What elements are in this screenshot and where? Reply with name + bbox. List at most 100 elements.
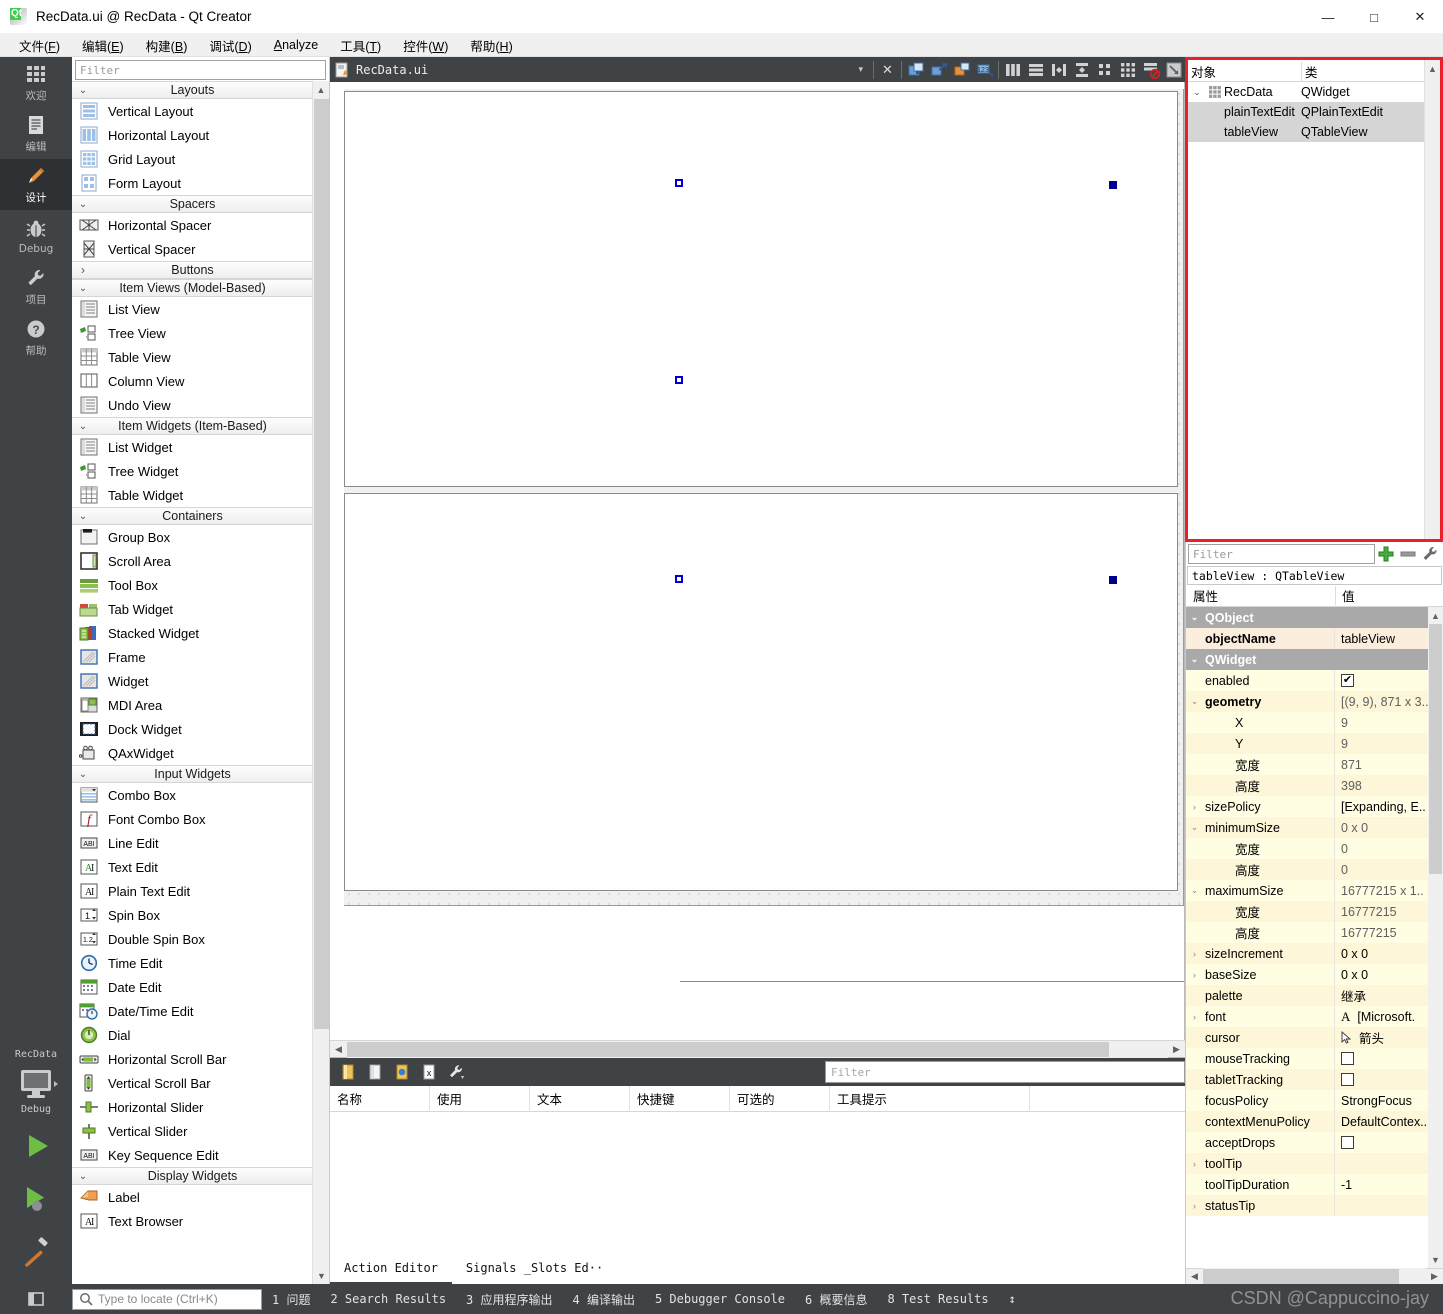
property-row[interactable]: toolTipDuration -1 (1186, 1174, 1429, 1195)
sidebar-item-design[interactable]: 设计 (0, 159, 72, 210)
resize-handle-bottom-left[interactable] (675, 575, 683, 583)
chevron-down-icon[interactable]: ⌄ (1186, 696, 1203, 707)
property-row[interactable]: acceptDrops (1186, 1132, 1429, 1153)
output-pane-button[interactable]: 4 编译输出 (563, 1291, 645, 1308)
property-value[interactable]: 0 (1335, 838, 1429, 859)
widget-item[interactable]: Date/Time Edit (72, 999, 313, 1023)
property-value[interactable] (1335, 1153, 1429, 1174)
widget-item[interactable]: Column View (72, 369, 313, 393)
chevron-down-icon[interactable]: ▾ (850, 64, 871, 75)
sidebar-item-welcome[interactable]: 欢迎 (0, 57, 72, 108)
scroll-thumb[interactable] (347, 1041, 1109, 1057)
scroll-right-icon[interactable]: ▶ (1426, 1268, 1443, 1285)
object-inspector-tree[interactable]: ⌄ RecData QWidget plainTextEdit QPlainTextEd… (1188, 82, 1440, 142)
menu-item-1[interactable]: 编辑(E) (71, 34, 135, 57)
widget-item[interactable]: Undo View (72, 393, 313, 417)
checkbox-unchecked-icon[interactable] (1341, 1052, 1354, 1065)
widget-item[interactable]: Label (72, 1185, 313, 1209)
widget-box-scrollbar[interactable]: ▲ ▼ (312, 81, 329, 1284)
property-value[interactable] (1335, 607, 1429, 628)
property-value[interactable]: 16777215 (1335, 922, 1429, 943)
property-value[interactable]: 0 (1335, 859, 1429, 880)
action-column-header[interactable]: 名称 (330, 1085, 430, 1112)
output-pane-button[interactable]: 5 Debugger Console (645, 1292, 795, 1306)
scroll-track[interactable] (347, 1040, 1168, 1058)
widget-item[interactable]: Vertical Slider (72, 1119, 313, 1143)
widget-item[interactable]: Tab Widget (72, 597, 313, 621)
layout-in-splitter-v-icon[interactable] (1070, 58, 1093, 81)
widget-category-header[interactable]: ⌄ Item Widgets (Item-Based) (72, 417, 313, 435)
property-row[interactable]: Y9 (1186, 733, 1429, 754)
menu-item-5[interactable]: 工具(T) (329, 34, 392, 57)
property-value[interactable]: 0 x 0 (1335, 964, 1429, 985)
widget-item[interactable]: f Font Combo Box (72, 807, 313, 831)
object-inspector-scrollbar[interactable]: ▲ (1424, 60, 1440, 539)
property-row[interactable]: mouseTracking (1186, 1048, 1429, 1069)
widget-item[interactable]: Combo Box (72, 783, 313, 807)
copy-action-icon[interactable] (361, 1059, 388, 1085)
chevron-right-icon[interactable]: › (1186, 1159, 1203, 1169)
property-value[interactable] (1335, 1132, 1429, 1153)
property-editor-horizontal-scrollbar[interactable]: ◀ ▶ (1186, 1268, 1443, 1285)
scroll-left-icon[interactable]: ◀ (330, 1041, 347, 1058)
widget-category-header[interactable]: ⌄ Input Widgets (72, 765, 313, 783)
close-document-button[interactable]: ✕ (876, 58, 899, 81)
edit-signals-slots-icon[interactable] (927, 58, 950, 81)
scroll-right-icon[interactable]: ▶ (1168, 1041, 1185, 1058)
menu-item-0[interactable]: 文件(F) (8, 34, 71, 57)
widget-item[interactable]: Tree View (72, 321, 313, 345)
widget-item[interactable]: A I Text Edit (72, 855, 313, 879)
sidebar-toggle-icon[interactable] (0, 1284, 72, 1314)
object-inspector-row[interactable]: ⌄ RecData QWidget (1188, 82, 1440, 102)
property-row[interactable]: ⌄ maximumSize 16777215 x 1.. (1186, 880, 1429, 901)
widget-item[interactable]: Stacked Widget (72, 621, 313, 645)
output-pane-button[interactable]: 1 问题 (262, 1291, 320, 1308)
property-value[interactable]: 871 (1335, 754, 1429, 775)
action-editor-rows[interactable] (330, 1112, 1185, 1268)
property-row[interactable]: ⌄ minimumSize 0 x 0 (1186, 817, 1429, 838)
property-value[interactable]: 0 x 0 (1335, 943, 1429, 964)
property-value[interactable]: A [Microsoft. (1335, 1006, 1429, 1027)
widget-category-header[interactable]: ⌄ Item Views (Model-Based) (72, 279, 313, 297)
layout-horizontally-icon[interactable] (1001, 58, 1024, 81)
property-row[interactable]: › font A [Microsoft. (1186, 1006, 1429, 1027)
checkbox-unchecked-icon[interactable] (1341, 1136, 1354, 1149)
property-row[interactable]: objectName tableView (1186, 628, 1429, 649)
property-editor-scrollbar[interactable]: ▲ ▼ (1428, 607, 1443, 1268)
edit-action-icon[interactable] (388, 1059, 415, 1085)
chevron-down-icon[interactable]: ⌄ (1188, 87, 1206, 98)
widget-item[interactable]: Vertical Spacer (72, 237, 313, 261)
property-row[interactable]: 高度 16777215 (1186, 922, 1429, 943)
widget-item[interactable]: Widget (72, 669, 313, 693)
property-group-row[interactable]: ⌄ QObject (1186, 607, 1429, 628)
widget-category-header[interactable]: ⌄ Containers (72, 507, 313, 525)
locator-input[interactable]: Type to locate (Ctrl+K) (72, 1288, 262, 1310)
form-child-tableView[interactable] (344, 493, 1178, 891)
widget-category-header[interactable]: › Buttons (72, 261, 313, 279)
remove-property-button[interactable] (1397, 543, 1419, 565)
widget-item[interactable]: List View (72, 297, 313, 321)
property-value[interactable]: [Expanding, E.. (1335, 796, 1429, 817)
object-inspector-row[interactable]: plainTextEdit QPlainTextEdit (1188, 102, 1440, 122)
resize-handle-top-center[interactable] (1109, 181, 1117, 189)
widget-item[interactable]: QAxWidget (72, 741, 313, 765)
widget-item[interactable]: Horizontal Scroll Bar (72, 1047, 313, 1071)
property-row[interactable]: › sizeIncrement 0 x 0 (1186, 943, 1429, 964)
configure-property-editor-button[interactable] (1419, 543, 1441, 565)
output-pane-button[interactable]: 6 概要信息 (795, 1291, 877, 1308)
scroll-thumb[interactable] (1203, 1269, 1399, 1284)
action-column-header[interactable]: 快捷键 (630, 1085, 730, 1112)
scroll-down-icon[interactable]: ▼ (313, 1267, 329, 1284)
menu-item-3[interactable]: 调试(D) (198, 34, 262, 57)
widget-item[interactable]: Horizontal Spacer (72, 213, 313, 237)
action-editor-filter[interactable]: Filter (825, 1061, 1185, 1083)
property-value[interactable]: 继承 (1335, 985, 1429, 1006)
widget-item[interactable]: Grid Layout (72, 147, 313, 171)
scroll-down-icon[interactable]: ▼ (1428, 1251, 1443, 1268)
property-editor-list[interactable]: ⌄ QObject objectName tableView ⌄ QWidget enabl… (1186, 607, 1443, 1268)
widget-category-header[interactable]: ⌄ Display Widgets (72, 1167, 313, 1185)
property-value[interactable] (1335, 1048, 1429, 1069)
menu-item-4[interactable]: Analyze (263, 36, 329, 54)
property-row[interactable]: cursor 箭头 (1186, 1027, 1429, 1048)
edit-tab-order-icon[interactable]: 123 (973, 58, 996, 81)
